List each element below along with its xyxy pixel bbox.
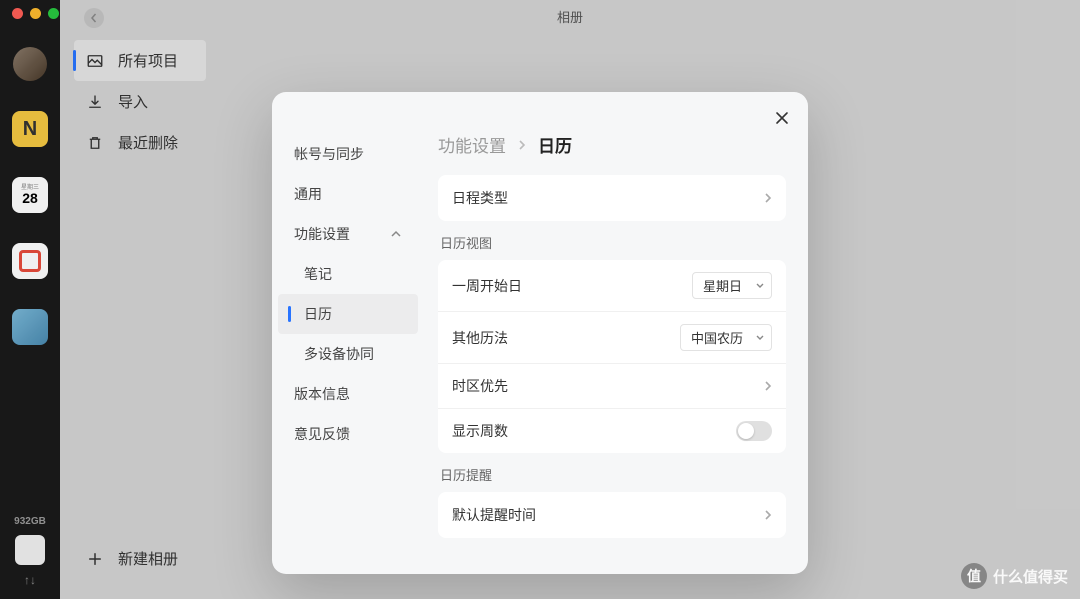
chevron-right-icon [764,509,772,521]
chevron-right-icon [764,380,772,392]
breadcrumb-current: 日历 [538,132,572,157]
row-other-calendar: 其他历法 中国农历 [438,312,786,364]
row-show-week-number: 显示周数 [438,409,786,453]
week-start-select[interactable]: 星期日 [692,272,772,299]
watermark: 值 什么值得买 [961,563,1068,589]
row-default-reminder[interactable]: 默认提醒时间 [438,492,786,538]
nav-version[interactable]: 版本信息 [278,374,418,414]
nav-features[interactable]: 功能设置 [278,214,418,254]
close-icon [775,111,789,125]
nav-notes[interactable]: 笔记 [278,254,418,294]
row-week-start: 一周开始日 星期日 [438,260,786,312]
settings-nav: 帐号与同步 通用 功能设置 笔记 日历 多设备协同 版本信息 意见反馈 [272,92,424,546]
settings-content: 功能设置 日历 日程类型 日历视图 一周开始日 星期日 [424,92,808,546]
watermark-text: 什么值得买 [993,566,1068,587]
modal-overlay: 帐号与同步 通用 功能设置 笔记 日历 多设备协同 版本信息 意见反馈 功能设置… [0,0,1080,599]
breadcrumb: 功能设置 日历 [438,132,786,157]
other-calendar-select[interactable]: 中国农历 [680,324,772,351]
chevron-up-icon [390,228,402,240]
row-timezone[interactable]: 时区优先 [438,364,786,409]
chevron-right-icon [764,192,772,204]
nav-account[interactable]: 帐号与同步 [278,134,418,174]
section-calendar-view: 日历视图 [440,233,786,252]
close-button[interactable] [770,106,794,130]
watermark-badge: 值 [961,563,987,589]
calendar-view-group: 一周开始日 星期日 其他历法 中国农历 时区 [438,260,786,453]
row-schedule-type[interactable]: 日程类型 [438,175,786,221]
section-reminder: 日历提醒 [440,465,786,484]
breadcrumb-parent[interactable]: 功能设置 [438,132,506,157]
nav-feedback[interactable]: 意见反馈 [278,414,418,454]
chevron-down-icon [755,282,765,290]
nav-calendar[interactable]: 日历 [278,294,418,334]
nav-multi-device[interactable]: 多设备协同 [278,334,418,374]
chevron-right-icon [518,139,526,151]
nav-general[interactable]: 通用 [278,174,418,214]
chevron-down-icon [755,334,765,342]
settings-modal: 帐号与同步 通用 功能设置 笔记 日历 多设备协同 版本信息 意见反馈 功能设置… [272,92,808,574]
show-week-toggle[interactable] [736,421,772,441]
